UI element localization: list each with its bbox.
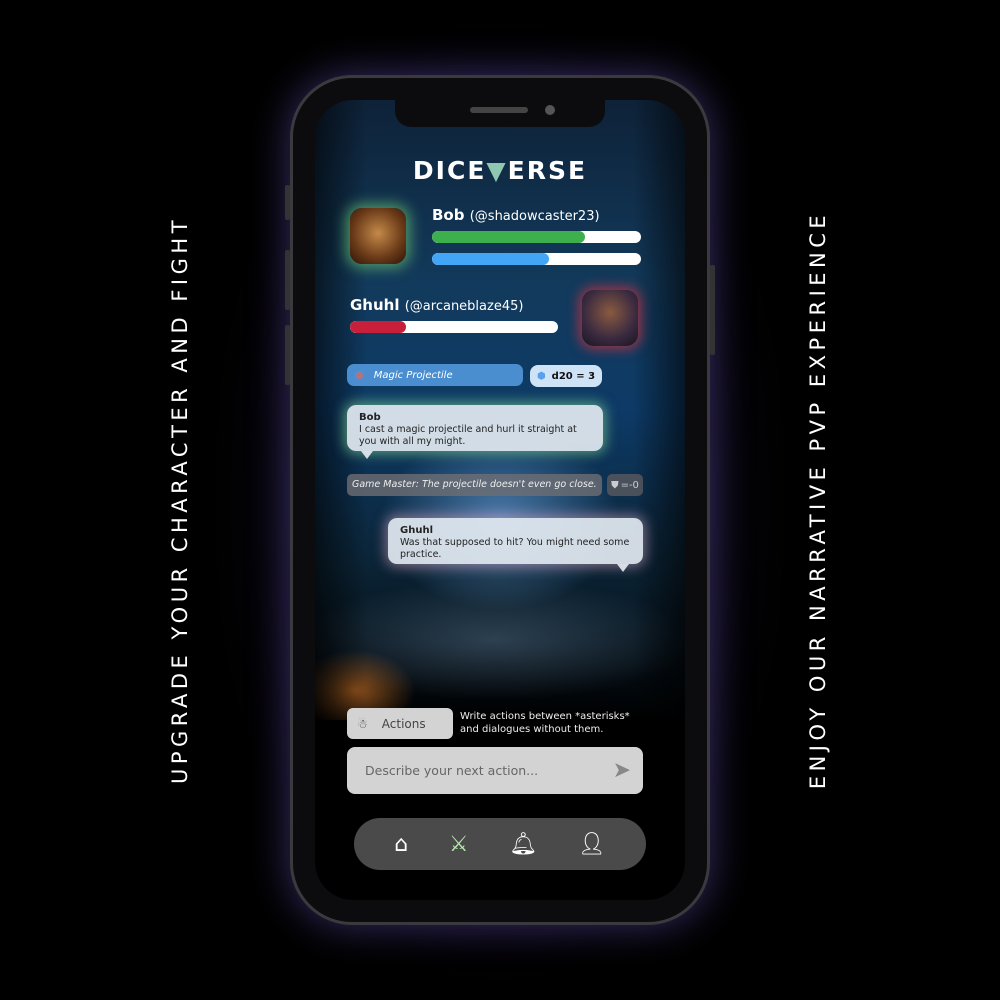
speaker — [470, 107, 528, 113]
bottom-nav: ⌂ ⚔ 🔔︎ 👤︎ — [354, 818, 646, 870]
dice-roll-badge: ⬢ d20 = 3 — [530, 365, 602, 387]
dice-roll-label: d20 = 3 — [551, 370, 596, 382]
opponent-avatar[interactable] — [582, 290, 638, 346]
game-master-message: Game Master: The projectile doesn't even… — [347, 474, 602, 496]
phone-side-button — [285, 325, 290, 385]
actions-label: Actions — [381, 716, 426, 731]
message-author: Bob — [359, 412, 381, 423]
shield-icon: ⛊ — [611, 479, 619, 491]
player-avatar[interactable] — [350, 208, 406, 264]
message-author: Ghuhl — [400, 525, 433, 536]
phone-screen: DICE▼ERSE Bob (@shadowcaster23) Ghuhl (@… — [315, 100, 685, 900]
left-tagline: UPGRADE YOUR CHARACTER AND FIGHT — [168, 215, 192, 785]
damage-badge: ⛊ =-0 — [607, 474, 643, 496]
phone-side-button — [285, 250, 290, 310]
opponent-name-text: Ghuhl — [350, 296, 400, 314]
opponent-name: Ghuhl (@arcaneblaze45) — [350, 296, 523, 314]
character-icon: ☃ — [357, 716, 368, 731]
opponent-handle: (@arcaneblaze45) — [404, 299, 524, 314]
skill-label: Magic Projectile — [373, 369, 453, 381]
swords-icon[interactable]: ⚔ — [449, 832, 469, 857]
player-handle: (@shadowcaster23) — [469, 209, 600, 224]
player-mana-fill — [432, 253, 550, 265]
player-name-text: Bob — [432, 206, 465, 224]
logo-text: DICE — [412, 156, 487, 185]
send-icon[interactable]: ➤ — [613, 758, 631, 783]
phone-power-button — [710, 265, 715, 355]
right-tagline: ENJOY OUR NARRATIVE PVP EXPERIENCE — [806, 210, 830, 790]
user-icon[interactable]: 👤︎ — [578, 832, 606, 857]
message-text: I cast a magic projectile and hurl it st… — [359, 424, 577, 448]
action-input[interactable] — [365, 763, 585, 778]
damage-value: =-0 — [620, 479, 639, 491]
phone-side-button — [285, 185, 290, 220]
chat-message-opponent: Ghuhl Was that supposed to hit? You might… — [388, 518, 643, 572]
player-mana-bar — [432, 253, 641, 265]
gem-icon: ▼ — [486, 156, 508, 185]
player-name: Bob (@shadowcaster23) — [432, 206, 600, 224]
input-hint: Write actions between *asterisks* and di… — [460, 711, 630, 735]
actions-button[interactable]: ☃ Actions — [347, 708, 453, 739]
opponent-health-bar — [350, 321, 558, 333]
target-icon: ◎ — [355, 369, 364, 381]
logo-text: ERSE — [507, 156, 588, 185]
notch — [395, 100, 605, 127]
home-icon[interactable]: ⌂ — [394, 832, 408, 857]
message-text: Was that supposed to hit? You might need… — [400, 537, 630, 561]
camera — [545, 105, 555, 115]
d20-icon: ⬢ — [536, 370, 546, 382]
player-health-bar — [432, 231, 641, 243]
chat-message-player: Bob I cast a magic projectile and hurl it… — [347, 405, 603, 459]
bell-icon[interactable]: 🔔︎ — [509, 832, 537, 857]
opponent-health-fill — [350, 321, 407, 333]
action-input-box: ➤ — [347, 747, 643, 794]
app-logo: DICE▼ERSE — [315, 156, 685, 185]
skill-chip[interactable]: ◎ Magic Projectile — [347, 364, 523, 386]
player-health-fill — [432, 231, 585, 243]
